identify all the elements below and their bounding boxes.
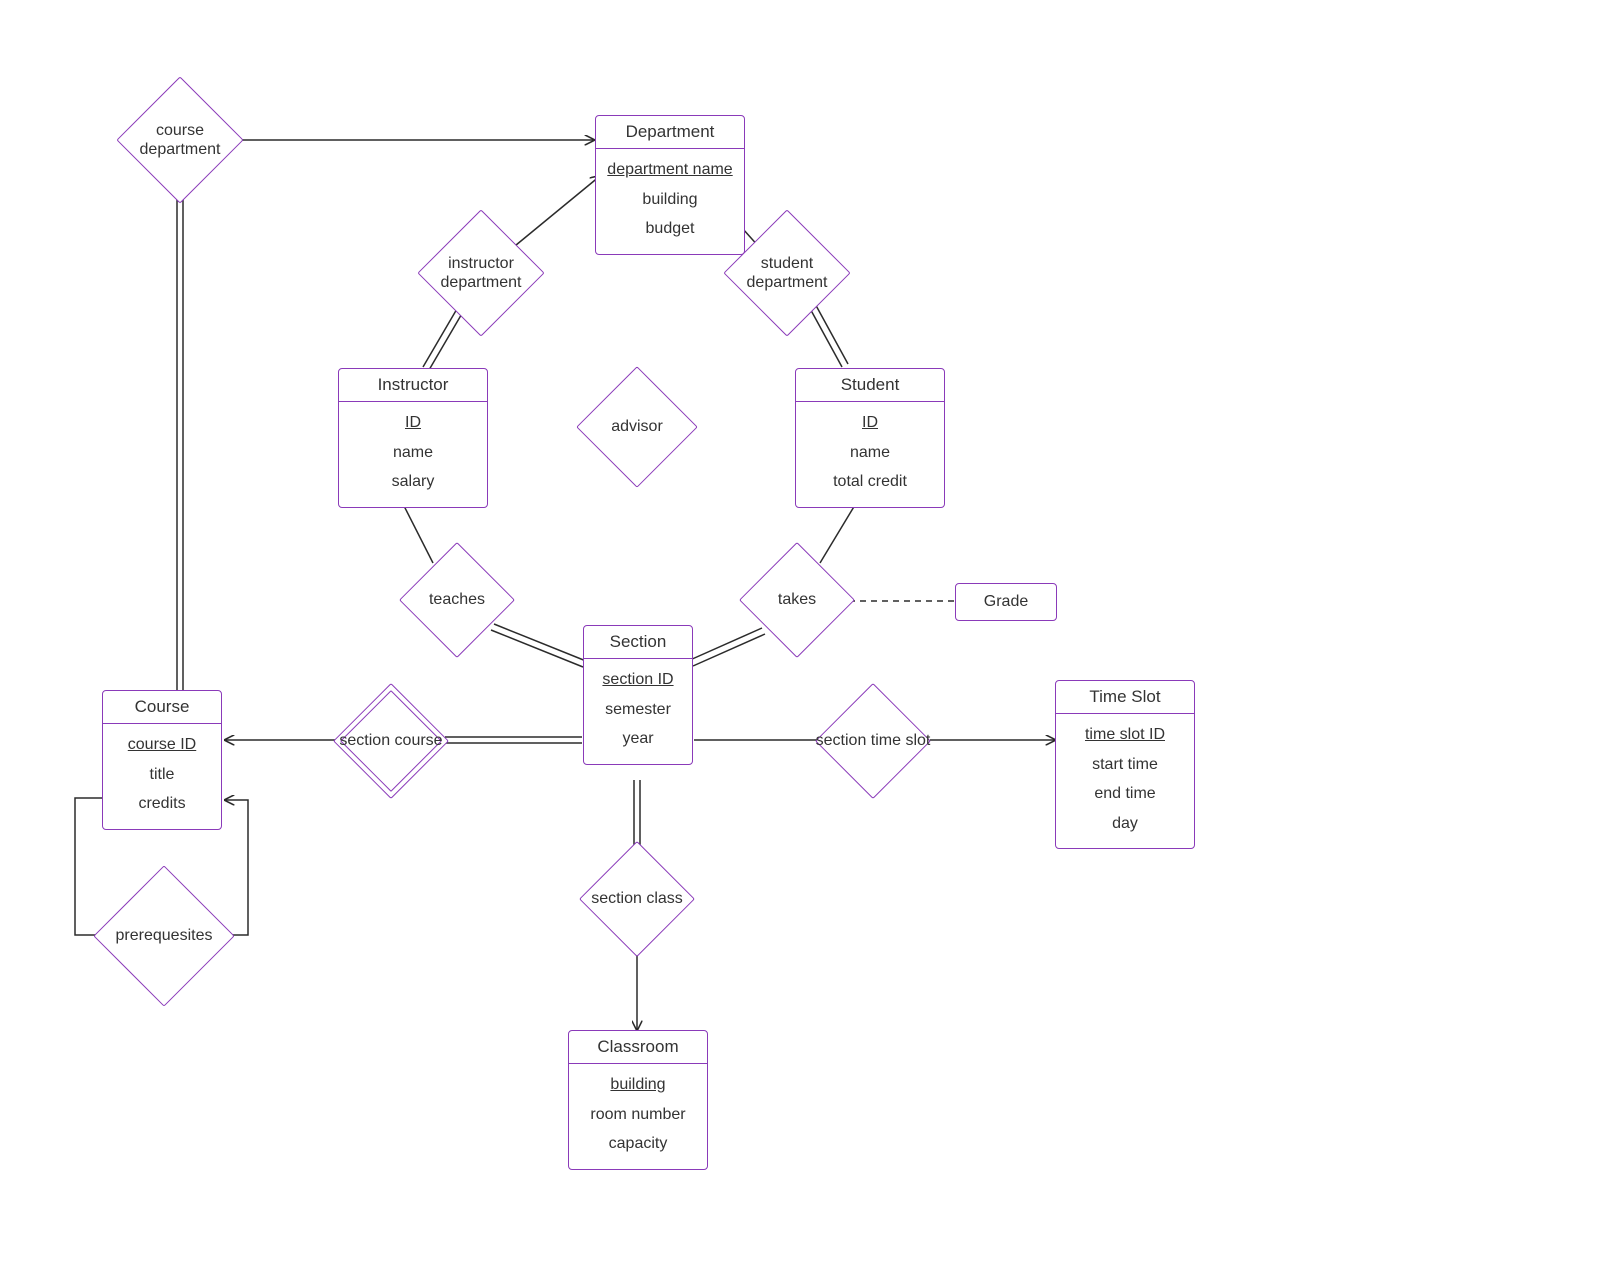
entity-attr: day: [1066, 809, 1184, 839]
rel-attribute-label: Grade: [984, 593, 1028, 611]
entity-instructor: Instructor ID name salary: [338, 368, 488, 508]
entity-classroom: Classroom building room number capacity: [568, 1030, 708, 1170]
entity-title: Department: [596, 116, 744, 149]
rel-prerequisites: prerequesites: [114, 886, 214, 986]
rel-student-department: student department: [742, 228, 832, 318]
entity-attr: salary: [349, 467, 477, 497]
entity-attr: start time: [1066, 750, 1184, 780]
rel-advisor: advisor: [594, 384, 680, 470]
entity-attr: capacity: [579, 1129, 697, 1159]
entity-key: building: [579, 1070, 697, 1100]
rel-section-time-slot: section time slot: [832, 700, 914, 782]
entity-key: ID: [349, 408, 477, 438]
entity-attr: title: [113, 760, 211, 790]
entity-attr: end time: [1066, 779, 1184, 809]
entity-timeslot: Time Slot time slot ID start time end ti…: [1055, 680, 1195, 849]
entity-department: Department department name building budg…: [595, 115, 745, 255]
entity-title: Time Slot: [1056, 681, 1194, 714]
rel-section-course: section course: [350, 700, 432, 782]
entity-section: Section section ID semester year: [583, 625, 693, 765]
entity-attr: name: [349, 438, 477, 468]
entity-title: Classroom: [569, 1031, 707, 1064]
entity-key: department name: [606, 155, 734, 185]
rel-takes: takes: [756, 559, 838, 641]
entity-attr: building: [606, 185, 734, 215]
entity-attr: budget: [606, 214, 734, 244]
entity-attr: semester: [594, 695, 682, 725]
entity-course: Course course ID title credits: [102, 690, 222, 830]
entity-key: ID: [806, 408, 934, 438]
entity-title: Section: [584, 626, 692, 659]
rel-teaches: teaches: [416, 559, 498, 641]
entity-student: Student ID name total credit: [795, 368, 945, 508]
er-diagram-canvas: Department department name building budg…: [0, 0, 1600, 1280]
entity-attr: credits: [113, 789, 211, 819]
entity-title: Course: [103, 691, 221, 724]
entity-key: time slot ID: [1066, 720, 1184, 750]
rel-attribute-grade: Grade: [955, 583, 1057, 621]
rel-course-department: course department: [135, 95, 225, 185]
entity-key: course ID: [113, 730, 211, 760]
entity-attr: room number: [579, 1100, 697, 1130]
rel-section-class: section class: [596, 858, 678, 940]
entity-title: Instructor: [339, 369, 487, 402]
rel-instructor-department: instructor department: [436, 228, 526, 318]
entity-title: Student: [796, 369, 944, 402]
entity-attr: year: [594, 724, 682, 754]
entity-key: section ID: [594, 665, 682, 695]
entity-attr: total credit: [806, 467, 934, 497]
entity-attr: name: [806, 438, 934, 468]
